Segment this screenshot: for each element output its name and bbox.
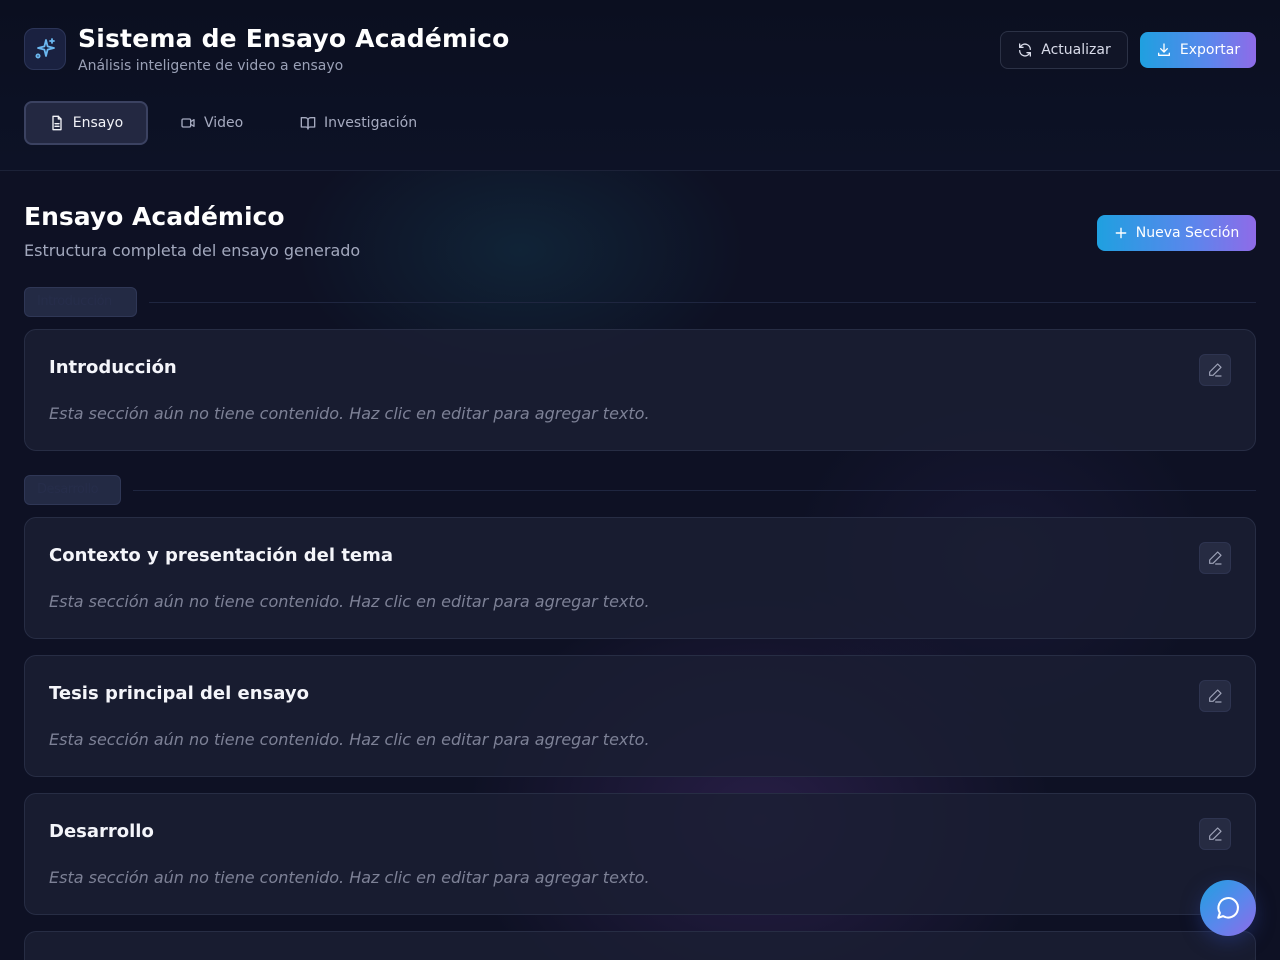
group-label-introduccion: Introducción [24,287,137,317]
book-icon [300,115,316,131]
section-card: Introducción Esta sección aún no tiene c… [24,329,1256,451]
refresh-label: Actualizar [1041,42,1111,58]
export-button[interactable]: Exportar [1140,32,1256,68]
edit-button[interactable] [1199,680,1231,712]
chat-icon [1215,895,1241,921]
section-title: Tesis principal del ensayo [49,683,309,704]
refresh-icon [1017,42,1033,58]
app-header: Sistema de Ensayo Académico Análisis int… [0,0,1280,171]
pencil-icon [1207,362,1223,378]
group-divider [149,302,1256,303]
section-placeholder: Esta sección aún no tiene contenido. Haz… [49,592,650,611]
group-divider [133,490,1256,491]
tab-ensayo[interactable]: Ensayo [24,101,148,145]
pencil-icon [1207,826,1223,842]
document-icon [49,115,65,131]
edit-button[interactable] [1199,542,1231,574]
app-logo [24,28,66,70]
refresh-button[interactable]: Actualizar [1000,31,1128,69]
video-icon [180,115,196,131]
app-subtitle: Análisis inteligente de video a ensayo [78,58,344,74]
export-label: Exportar [1179,42,1241,58]
tab-video-label: Video [204,115,244,131]
section-title: Desarrollo [49,821,154,842]
section-placeholder: Esta sección aún no tiene contenido. Haz… [49,730,650,749]
edit-button[interactable] [1199,818,1231,850]
tab-video[interactable]: Video [180,101,243,145]
chat-button[interactable] [1200,880,1256,936]
plus-icon [1114,226,1128,240]
pencil-icon [1207,550,1223,566]
new-section-label: Nueva Sección [1135,225,1240,241]
tab-ensayo-label: Ensayo [72,115,124,131]
page-title: Ensayo Académico [24,202,285,231]
section-title: Contexto y presentación del tema [49,545,394,566]
tab-investigacion[interactable]: Investigación [300,101,417,145]
section-card: Contexto y presentación del tema Esta se… [24,517,1256,639]
section-card-partial [24,931,1256,960]
edit-button[interactable] [1199,354,1231,386]
app-title: Sistema de Ensayo Académico [78,24,510,53]
section-placeholder: Esta sección aún no tiene contenido. Haz… [49,868,650,887]
section-placeholder: Esta sección aún no tiene contenido. Haz… [49,404,650,423]
tab-investigacion-label: Investigación [324,115,418,131]
new-section-button[interactable]: Nueva Sección [1097,215,1256,251]
section-title: Introducción [49,357,177,378]
section-card: Tesis principal del ensayo Esta sección … [24,655,1256,777]
group-label-desarrollo: Desarrollo [24,475,121,505]
download-icon [1156,42,1172,58]
page-subtitle: Estructura completa del ensayo generado [24,241,361,260]
pencil-icon [1207,688,1223,704]
section-card: Desarrollo Esta sección aún no tiene con… [24,793,1256,915]
sparkles-icon [33,37,57,61]
